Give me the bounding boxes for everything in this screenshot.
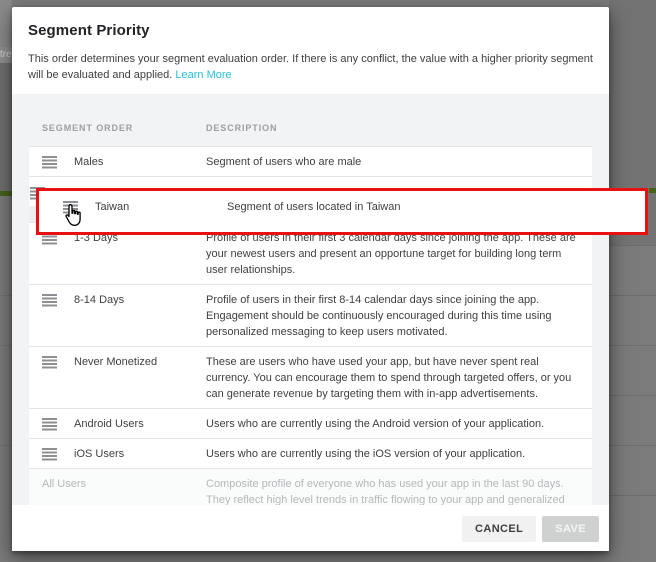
segment-name: All Users bbox=[42, 476, 206, 505]
background-row-divider bbox=[609, 295, 656, 296]
table-row-all-users: All Users Composite profile of everyone … bbox=[29, 468, 592, 505]
segment-name: 8-14 Days bbox=[74, 292, 206, 340]
segment-description: These are users who have used your app, … bbox=[206, 354, 578, 402]
table-row-android-users: Android Users Users who are currently us… bbox=[29, 408, 592, 438]
background-clipped-text: tre bbox=[0, 47, 12, 63]
dialog-description: This order determines your segment evalu… bbox=[28, 51, 593, 83]
background-row-divider bbox=[609, 495, 656, 496]
save-button[interactable]: SAVE bbox=[542, 516, 599, 542]
background-row-divider bbox=[0, 445, 12, 446]
segment-description: Users who are currently using the Androi… bbox=[206, 416, 578, 432]
background-fragment-left-dark bbox=[0, 63, 12, 191]
dialog-description-text: This order determines your segment evalu… bbox=[28, 53, 593, 81]
background-row-divider bbox=[609, 345, 656, 346]
segment-name: Males bbox=[74, 154, 206, 170]
page-background: tre Segment Priority This order determin… bbox=[0, 0, 656, 562]
drag-handle-icon[interactable] bbox=[42, 156, 57, 169]
segment-description: Profile of users in their first 8-14 cal… bbox=[206, 292, 578, 340]
dialog-footer: CANCEL SAVE bbox=[12, 505, 609, 551]
background-row-divider bbox=[609, 445, 656, 446]
drag-handle-icon[interactable] bbox=[42, 294, 57, 307]
segment-description: Segment of users located in Taiwan bbox=[227, 199, 645, 232]
dialog-title: Segment Priority bbox=[28, 22, 593, 39]
segment-name: Never Monetized bbox=[74, 354, 206, 402]
drag-handle-icon[interactable] bbox=[42, 418, 57, 431]
table-row-8-14-days: 8-14 Days Profile of users in their firs… bbox=[29, 284, 592, 346]
column-header-segment-order: SEGMENT ORDER bbox=[42, 123, 206, 133]
background-row-divider bbox=[0, 295, 12, 296]
background-green-line-right bbox=[649, 188, 656, 193]
background-row-divider bbox=[609, 245, 656, 246]
segment-table-panel: SEGMENT ORDER DESCRIPTION Males Segment … bbox=[12, 94, 609, 505]
cancel-button[interactable]: CANCEL bbox=[462, 516, 536, 542]
segment-name: iOS Users bbox=[74, 446, 206, 462]
segment-name: Android Users bbox=[74, 416, 206, 432]
table-row-males: Males Segment of users who are male bbox=[29, 146, 592, 176]
drag-ghost-row-taiwan[interactable]: Taiwan Segment of users located in Taiwa… bbox=[36, 188, 648, 235]
hand-cursor-icon bbox=[62, 203, 85, 228]
segment-description: Composite profile of everyone who has us… bbox=[206, 476, 578, 505]
table-header-row: SEGMENT ORDER DESCRIPTION bbox=[29, 110, 592, 146]
segment-description: Segment of users who are male bbox=[206, 154, 578, 170]
background-fragment-left-top bbox=[0, 0, 12, 47]
background-row-divider bbox=[0, 345, 12, 346]
segment-description: Users who are currently using the iOS ve… bbox=[206, 446, 578, 462]
segment-name: 1-3 Days bbox=[74, 230, 206, 278]
background-green-line-left bbox=[0, 191, 12, 196]
segment-name: Taiwan bbox=[95, 199, 227, 232]
dialog-header: Segment Priority This order determines y… bbox=[12, 7, 609, 94]
background-row-divider bbox=[609, 395, 656, 396]
table-row-never-monetized: Never Monetized These are users who have… bbox=[29, 346, 592, 408]
segment-description: Profile of users in their first 3 calend… bbox=[206, 230, 578, 278]
drag-handle-icon[interactable] bbox=[42, 356, 57, 369]
drag-handle-icon[interactable] bbox=[42, 448, 57, 461]
segment-priority-dialog: Segment Priority This order determines y… bbox=[12, 7, 609, 551]
table-row-ios-users: iOS Users Users who are currently using … bbox=[29, 438, 592, 468]
segment-priority-table: SEGMENT ORDER DESCRIPTION Males Segment … bbox=[29, 110, 592, 505]
learn-more-link[interactable]: Learn More bbox=[175, 69, 231, 81]
column-header-description: DESCRIPTION bbox=[206, 123, 578, 133]
